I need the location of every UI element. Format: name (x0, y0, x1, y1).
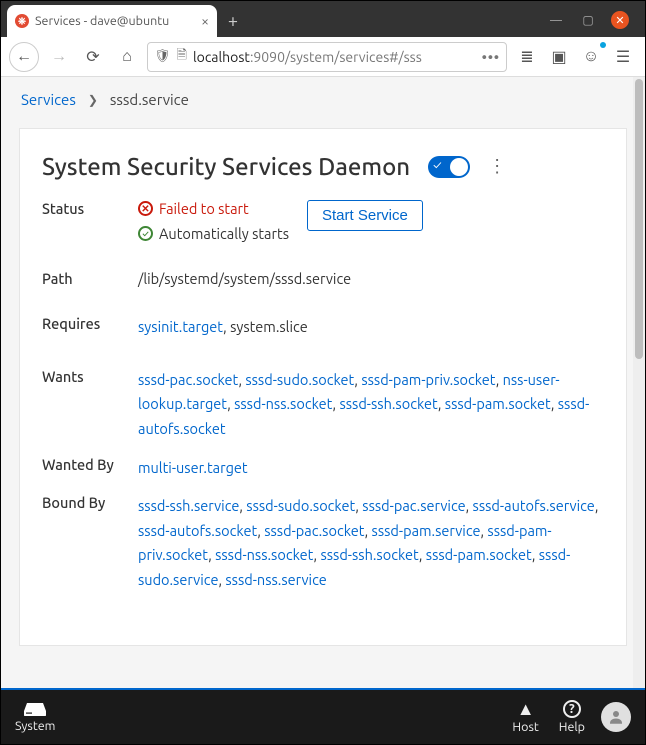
success-icon: ✓ (138, 226, 153, 241)
nav-help-label: Help (559, 720, 585, 734)
path-value: /lib/systemd/system/sssd.service (138, 270, 604, 315)
scrollbar-thumb[interactable] (635, 79, 643, 359)
dependency-link[interactable]: sssd-ssh.service (138, 497, 239, 514)
nav-system[interactable]: System (15, 701, 55, 733)
more-actions-icon[interactable]: ⋮ (488, 156, 506, 177)
window-maximize-icon[interactable]: ▢ (579, 11, 597, 29)
dependency-link[interactable]: sssd-ssh.socket (339, 395, 437, 412)
forward-button: → (45, 43, 73, 71)
service-card: System Security Services Daemon ✓ ⋮ Stat… (19, 128, 627, 646)
nav-host-label: Host (512, 720, 538, 734)
start-service-button[interactable]: Start Service (307, 200, 423, 231)
scrollbar-track[interactable] (633, 77, 645, 688)
dependency-link[interactable]: sssd-nss.service (225, 571, 326, 588)
back-button[interactable]: ← (9, 42, 39, 72)
page-title: System Security Services Daemon (42, 153, 410, 180)
home-button[interactable]: ⌂ (113, 43, 141, 71)
help-icon: ? (563, 700, 581, 718)
breadcrumb-current: sssd.service (110, 91, 189, 108)
auto-start-text: Automatically starts (159, 225, 289, 242)
wantedby-label: Wanted By (42, 456, 138, 495)
wants-label: Wants (42, 368, 138, 456)
triangle-up-icon: ▲ (517, 700, 535, 718)
window-titlebar: ⎈ Services - dave@ubuntu × + — ▢ ✕ (1, 1, 645, 37)
wants-list: sssd-pac.socket, sssd-sudo.socket, sssd-… (138, 368, 604, 456)
requires-label: Requires (42, 315, 138, 368)
path-label: Path (42, 270, 138, 315)
status-fail-text: Failed to start (159, 200, 249, 217)
dependency-link[interactable]: sssd-pam.socket (426, 546, 532, 563)
url-more-icon[interactable]: ••• (482, 49, 500, 65)
toggle-knob-icon (450, 158, 468, 176)
dependency-link[interactable]: sssd-autofs.socket (138, 522, 257, 539)
requires-list: sysinit.target, system.slice (138, 315, 604, 368)
menu-icon[interactable]: ☰ (609, 43, 637, 71)
storage-icon (24, 701, 46, 717)
account-icon[interactable]: ☺ (577, 43, 605, 71)
dependency-link[interactable]: sssd-pac.socket (138, 371, 238, 388)
nav-help[interactable]: ? Help (559, 700, 585, 734)
check-icon: ✓ (433, 159, 441, 172)
dependency-link[interactable]: sssd-pam-priv.socket (361, 371, 495, 388)
dependency-link[interactable]: sssd-ssh.socket (320, 546, 418, 563)
dependency-link[interactable]: sssd-pam.socket (445, 395, 551, 412)
dependency-link[interactable]: sssd-nss.socket (215, 546, 313, 563)
url-bar[interactable]: 🛡 🗎 localhost:9090/system/services#/sss … (147, 42, 507, 72)
boundby-list: sssd-ssh.service, sssd-sudo.socket, sssd… (138, 494, 604, 621)
new-tab-button[interactable]: + (219, 7, 247, 35)
reader-icon[interactable]: ▣ (545, 43, 573, 71)
status-label: Status (42, 200, 138, 270)
dependency-link[interactable]: sysinit.target (138, 318, 223, 335)
error-icon: ✕ (138, 201, 153, 216)
breadcrumb: Services ❯ sssd.service (1, 77, 645, 122)
avatar[interactable] (601, 702, 631, 732)
breadcrumb-root[interactable]: Services (21, 91, 76, 108)
window-minimize-icon[interactable]: — (547, 11, 565, 29)
chevron-right-icon: ❯ (88, 93, 98, 107)
bottom-nav: System ▲ Host ? Help (1, 688, 645, 744)
wantedby-list: multi-user.target (138, 456, 604, 495)
shield-icon: 🛡 (154, 49, 171, 64)
browser-tab[interactable]: ⎈ Services - dave@ubuntu × (7, 5, 217, 37)
url-host: localhost (193, 49, 250, 65)
nav-system-label: System (15, 719, 55, 733)
dependency-link[interactable]: multi-user.target (138, 459, 248, 476)
dependency-link[interactable]: sssd-pac.service (362, 497, 465, 514)
dependency-link[interactable]: sssd-sudo.socket (245, 371, 354, 388)
tab-close-icon[interactable]: × (201, 13, 209, 29)
page-body: Services ❯ sssd.service System Security … (1, 77, 645, 688)
dependency-link[interactable]: sssd-nss.socket (234, 395, 332, 412)
tab-favicon-icon: ⎈ (15, 14, 29, 28)
tab-title: Services - dave@ubuntu (35, 14, 195, 28)
boundby-label: Bound By (42, 494, 138, 621)
dependency-link[interactable]: sssd-pam.service (372, 522, 481, 539)
url-path: :9090/system/services#/sss (250, 49, 422, 65)
dependency-link[interactable]: sssd-autofs.service (473, 497, 595, 514)
browser-toolbar: ← → ⟳ ⌂ 🛡 🗎 localhost:9090/system/servic… (1, 37, 645, 77)
dependency-link[interactable]: sssd-pac.socket (264, 522, 364, 539)
window-close-icon[interactable]: ✕ (611, 11, 629, 29)
nav-host[interactable]: ▲ Host (512, 700, 538, 734)
dependency-link[interactable]: sssd-sudo.socket (246, 497, 355, 514)
dependency-plain: system.slice (230, 318, 308, 335)
reload-button[interactable]: ⟳ (79, 43, 107, 71)
page-info-icon: 🗎 (177, 46, 187, 68)
library-icon[interactable]: ≣ (513, 43, 541, 71)
enable-toggle[interactable]: ✓ (428, 156, 470, 178)
